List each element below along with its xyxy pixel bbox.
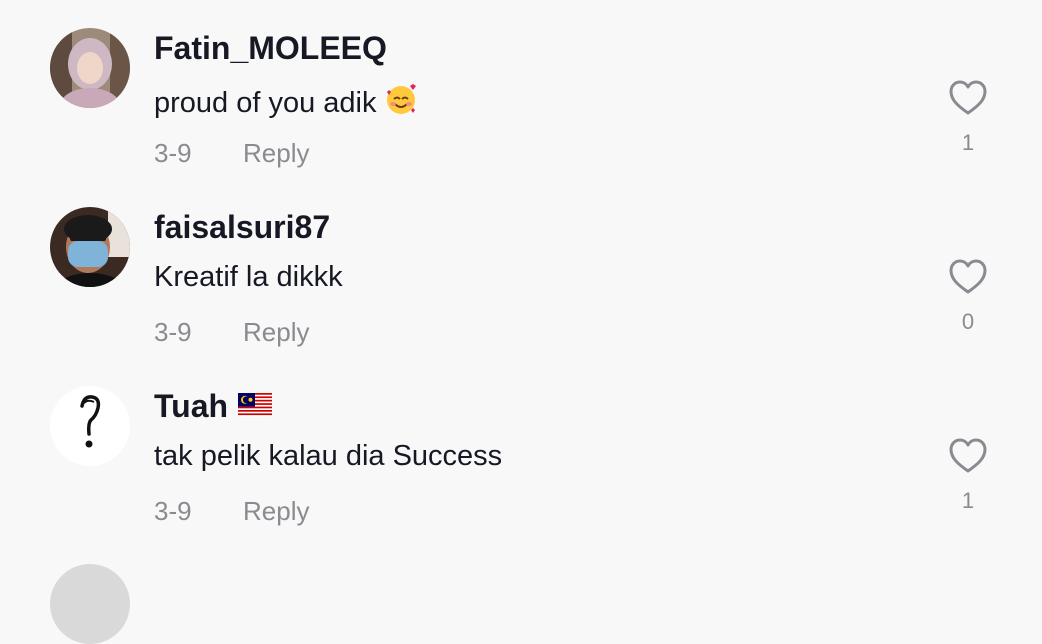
comment-text: proud of you adik [154, 82, 418, 124]
comment-item: Tuah tak pelik kalau dia Success 3-9 Rep… [0, 358, 1042, 537]
username-label[interactable]: faisalsuri87 [154, 209, 330, 246]
like-count: 1 [961, 488, 975, 513]
reply-button[interactable]: Reply [243, 496, 309, 527]
reply-button[interactable]: Reply [243, 317, 309, 348]
comment-text-label: Kreatif la dikkk [154, 261, 343, 293]
comment-date: 3-9 [154, 317, 192, 347]
avatar[interactable] [50, 207, 130, 287]
comment-item: faisalsuri87 Kreatif la dikkk 3-9 Reply … [0, 179, 1042, 358]
avatar[interactable] [50, 564, 130, 644]
comment-text-label: proud of you adik [154, 86, 377, 119]
avatar[interactable] [50, 28, 130, 108]
heart-outline-icon[interactable] [946, 76, 990, 120]
heart-outline-icon[interactable] [946, 434, 990, 478]
username-label[interactable]: Tuah [154, 388, 228, 425]
comment-item: Fatin_MOLEEQ proud of you adik 3-9 Reply… [0, 0, 1042, 179]
comment-text: Kreatif la dikkk [154, 261, 343, 294]
comment-text: tak pelik kalau dia Success [154, 440, 502, 473]
comment-text-label: tak pelik kalau dia Success [154, 440, 503, 472]
malaysia-flag-icon [238, 388, 273, 425]
comment-date: 3-9 [154, 496, 192, 526]
username[interactable]: faisalsuri87 [154, 209, 330, 246]
heart-outline-icon[interactable] [946, 255, 990, 299]
username[interactable]: Fatin_MOLEEQ [154, 30, 387, 67]
comment-meta: 3-9 Reply [154, 138, 309, 169]
smiling-face-with-hearts-icon [384, 82, 418, 124]
like-count: 0 [961, 309, 975, 334]
like-count: 1 [961, 130, 975, 155]
username[interactable]: Tuah [154, 388, 273, 425]
avatar[interactable] [50, 386, 130, 466]
comment-meta: 3-9 Reply [154, 496, 309, 527]
reply-button[interactable]: Reply [243, 138, 309, 169]
comment-date: 3-9 [154, 138, 192, 168]
username-label[interactable]: Fatin_MOLEEQ [154, 30, 387, 67]
comment-meta: 3-9 Reply [154, 317, 309, 348]
